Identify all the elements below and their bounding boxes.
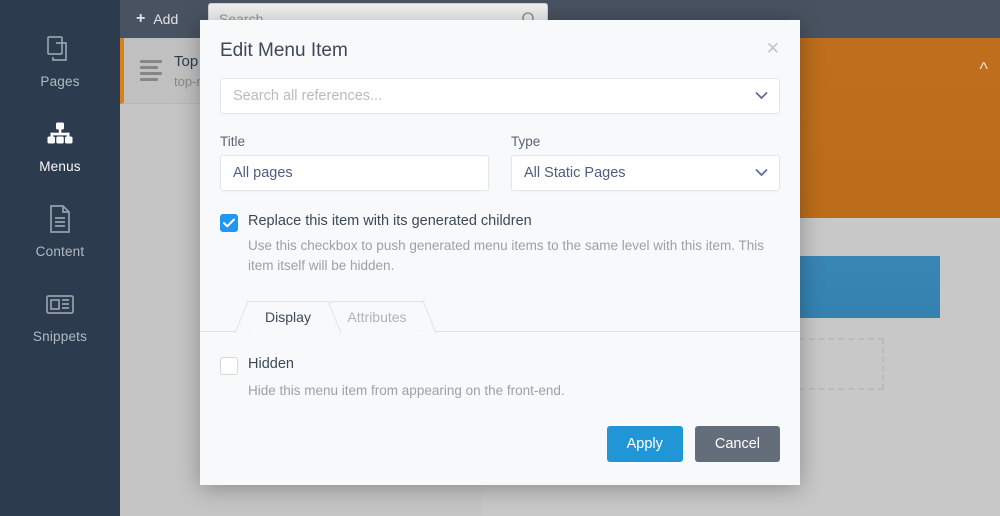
screen: Pages Menus Content Snippets ^ Top + Add… <box>0 0 1000 516</box>
title-field-group: Title All pages <box>220 134 489 191</box>
hidden-row: Hidden <box>220 356 780 376</box>
reference-placeholder: Search all references... <box>233 88 383 104</box>
hidden-checkbox[interactable] <box>220 357 238 376</box>
tab-attributes-label: Attributes <box>347 309 407 326</box>
tab-edge-right <box>409 301 437 334</box>
type-select[interactable]: All Static Pages <box>511 155 780 191</box>
display-tab-pane: Hidden Hide this menu item from appearin… <box>220 332 780 398</box>
edit-menu-item-dialog: Edit Menu Item ✕ Search all references..… <box>200 20 800 485</box>
type-select-value: All Static Pages <box>524 165 626 181</box>
chevron-down-icon[interactable] <box>755 87 768 105</box>
tab-edge-left <box>234 301 262 334</box>
dialog-body: Search all references... Title All pages… <box>200 78 800 403</box>
title-input[interactable]: All pages <box>220 155 489 191</box>
replace-children-checkbox[interactable] <box>220 214 238 232</box>
replace-children-help: Use this checkbox to push generated menu… <box>248 238 764 273</box>
dialog-footer: Apply Cancel <box>200 403 800 485</box>
dialog-title: Edit Menu Item <box>220 40 348 61</box>
title-input-value: All pages <box>233 165 293 181</box>
tab-display-label: Display <box>265 309 311 326</box>
tab-attributes[interactable]: Attributes <box>317 301 437 334</box>
replace-children-row: Replace this item with its generated chi… <box>220 213 780 275</box>
hidden-label: Hidden <box>248 356 294 373</box>
type-field-group: Type All Static Pages <box>511 134 780 191</box>
type-field-label: Type <box>511 134 541 149</box>
title-field-label: Title <box>220 134 246 149</box>
close-icon[interactable]: ✕ <box>766 40 780 57</box>
cancel-button[interactable]: Cancel <box>694 426 780 462</box>
tab-display[interactable]: Display <box>234 301 342 334</box>
dialog-header: Edit Menu Item ✕ <box>200 20 800 78</box>
replace-children-label: Replace this item with its generated chi… <box>248 213 532 229</box>
title-type-row: Title All pages Type All Static Pages <box>220 134 780 191</box>
tab-strip: Display Attributes <box>200 301 800 334</box>
hidden-help-text: Hide this menu item from appearing on th… <box>248 383 565 399</box>
apply-button[interactable]: Apply <box>606 426 683 462</box>
reference-search-input[interactable]: Search all references... <box>220 78 780 114</box>
chevron-down-icon[interactable] <box>755 165 768 181</box>
